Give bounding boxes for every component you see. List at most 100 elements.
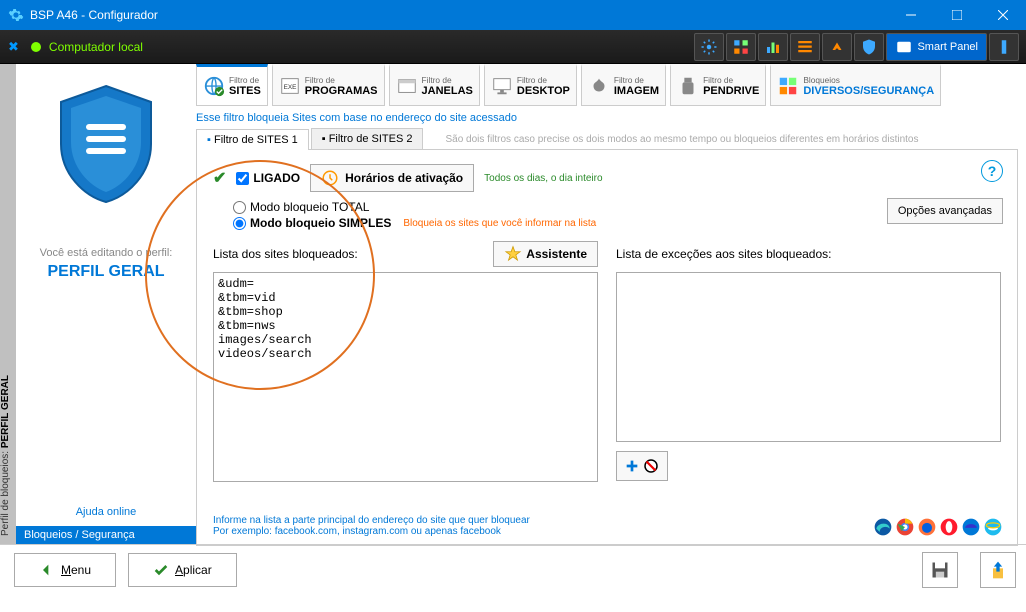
side-rail[interactable]: Perfil de bloqueios: PERFIL GERAL [0,64,16,544]
chart-button[interactable] [758,33,788,61]
gear-icon [8,7,24,23]
blocked-list-label: Lista dos sites bloqueados: [213,247,358,261]
tab-label: DESKTOP [517,85,570,97]
edge2-icon [961,517,981,537]
tab-sites[interactable]: Filtro deSITES [196,64,268,106]
schedule-label: Horários de ativação [345,171,463,185]
tab-pendrive[interactable]: Filtro dePENDRIVE [670,64,766,106]
shield-logo-icon [56,84,156,204]
apply-rest: plicar [183,563,212,577]
schedule-button[interactable]: Horários de ativação [310,164,474,192]
save-button[interactable] [922,552,958,588]
assistant-label: Assistente [526,247,587,261]
svg-text:EXE: EXE [283,84,296,91]
schedule-hint: Todos os dias, o dia inteiro [484,173,602,184]
security-icon [777,75,799,97]
tab-small: Filtro de [305,75,378,85]
help-link[interactable]: Ajuda online [16,506,196,518]
image-icon [588,75,610,97]
subtab-sites1[interactable]: ▪ Filtro de SITES 1 [196,129,309,150]
subtab-sites2[interactable]: ▪ Filtro de SITES 2 [311,128,424,149]
grid-button[interactable] [726,33,756,61]
bottom-info: Informe na lista a parte principal do en… [213,515,530,537]
tab-label: JANELAS [422,85,473,97]
subtab-hint: São dois filtros caso precise os dois mo… [445,134,918,149]
subtab-label: Filtro de SITES 2 [329,133,413,145]
firefox-icon [917,517,937,537]
profile-name: PERFIL GERAL [24,263,188,281]
edge-icon [873,517,893,537]
pin-icon[interactable]: ✖ [8,39,19,55]
desktop-icon [491,75,513,97]
menu-button[interactable]: Menu [14,553,116,587]
eye-button[interactable] [822,33,852,61]
status-dot-icon [31,42,41,52]
list-button[interactable] [790,33,820,61]
floppy-icon [930,560,950,580]
apply-key: A [175,563,183,577]
settings-button[interactable] [694,33,724,61]
plus-icon [624,458,640,474]
enabled-checkbox[interactable]: LIGADO [236,171,300,185]
window-title: BSP A46 - Configurador [30,8,888,22]
opera-icon [939,517,959,537]
export-button[interactable] [980,552,1016,588]
exceptions-list-label: Lista de exceções aos sites bloqueados: [616,247,831,261]
shield-button[interactable] [854,33,884,61]
assistant-button[interactable]: Assistente [493,241,598,267]
apply-check-icon [153,562,169,578]
tab-programas[interactable]: EXE Filtro dePROGRAMAS [272,64,385,106]
maximize-button[interactable] [934,0,980,30]
mode-simple-radio[interactable]: Modo bloqueio SIMPLES Bloqueia os sites … [233,216,1001,230]
local-computer-label: Computador local [49,40,143,54]
star-icon [504,245,522,263]
mode-total-radio[interactable]: Modo bloqueio TOTAL [233,200,1001,214]
add-exception-button[interactable] [616,451,668,481]
tab-label: PENDRIVE [703,85,759,97]
window-icon [396,75,418,97]
chrome-icon [895,517,915,537]
editing-label: Você está editando o perfil: [24,247,188,259]
help-icon[interactable]: ? [981,160,1003,182]
close-button[interactable] [980,0,1026,30]
side-rail-text: Perfil de bloqueios: PERFIL GERAL [0,375,16,536]
apply-button[interactable]: Aplicar [128,553,237,587]
tab-label: DIVERSOS/SEGURANÇA [803,85,934,97]
advanced-options-button[interactable]: Opções avançadas [887,198,1003,224]
tab-janelas[interactable]: Filtro deJANELAS [389,64,480,106]
blocked-globe-icon [642,457,660,475]
minimize-button[interactable] [888,0,934,30]
exceptions-textarea[interactable] [616,272,1001,442]
menu-rest: enu [71,563,91,577]
tab-small: Filtro de [517,75,570,85]
ie-icon [983,517,1003,537]
browser-icons [873,517,1003,537]
tab-small: Filtro de [422,75,473,85]
radio-label: Modo bloqueio SIMPLES [250,216,391,230]
filter-description: Esse filtro bloqueia Sites com base no e… [196,108,1018,128]
tab-label: SITES [229,85,261,97]
radio-label: Modo bloqueio TOTAL [250,200,369,214]
enabled-label: LIGADO [253,171,300,185]
radio-hint: Bloqueia os sites que você informar na l… [403,218,596,229]
tab-diversos[interactable]: BloqueiosDIVERSOS/SEGURANÇA [770,64,941,106]
section-footer: Bloqueios / Segurança [16,526,196,544]
smart-panel-label: Smart Panel [917,41,978,53]
menu-key: M [61,563,71,577]
usb-icon [677,75,699,97]
blocked-sites-textarea[interactable] [213,272,598,482]
tab-imagem[interactable]: Filtro deIMAGEM [581,64,666,106]
tab-small: Filtro de [614,75,659,85]
tab-desktop[interactable]: Filtro deDESKTOP [484,64,577,106]
extra-button[interactable] [989,33,1019,61]
tab-small: Bloqueios [803,75,934,85]
exe-icon: EXE [279,75,301,97]
smart-panel-button[interactable]: Smart Panel [886,33,987,61]
back-arrow-icon [39,562,55,578]
clock-icon [321,169,339,187]
globe-icon [203,75,225,97]
check-icon: ✔ [213,168,226,188]
subtab-label: Filtro de SITES 1 [214,134,298,146]
tab-label: PROGRAMAS [305,85,378,97]
tab-small: Filtro de [229,75,261,85]
